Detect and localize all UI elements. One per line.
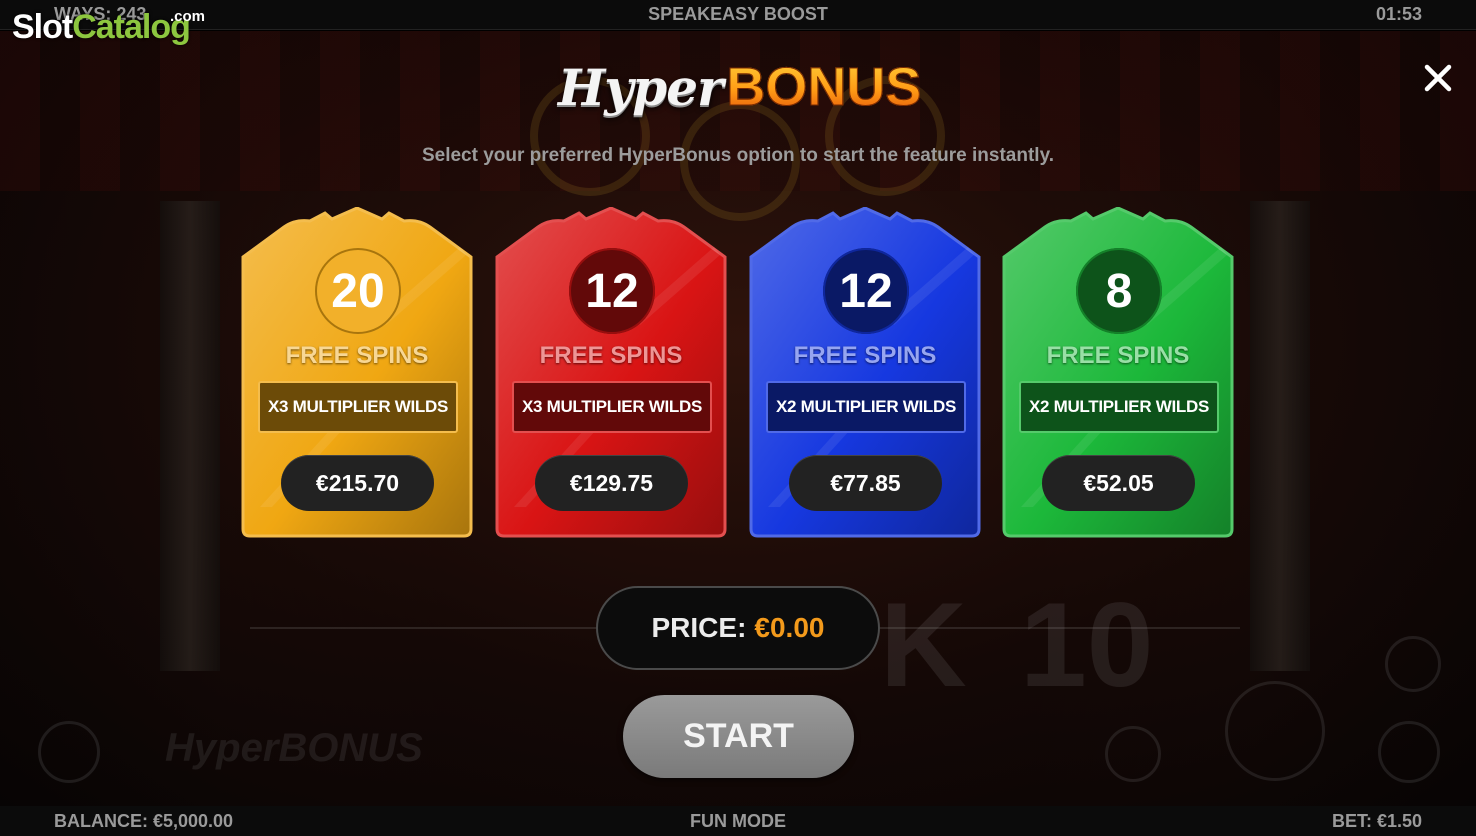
start-button[interactable]: START xyxy=(623,695,854,778)
top-bar: WAYS: 243 SPEAKEASY BOOST 01:53 xyxy=(0,0,1476,30)
background-spin-icon xyxy=(1225,681,1325,781)
close-icon xyxy=(1424,64,1452,92)
option-price-button[interactable]: €129.75 xyxy=(535,455,688,511)
free-spins-label: FREE SPINS xyxy=(1046,342,1190,369)
total-price-display: PRICE: €0.00 xyxy=(596,586,880,670)
background-pillar-right xyxy=(1250,201,1310,671)
background-hyperbonus-button: HyperBONUS xyxy=(165,726,423,770)
price-value: €0.00 xyxy=(754,612,825,643)
free-spins-label: FREE SPINS xyxy=(539,342,683,369)
bottom-bar: BALANCE: €5,000.00 FUN MODE BET: €1.50 xyxy=(0,806,1476,836)
multiplier-label: X2 MULTIPLIER WILDS xyxy=(1019,381,1219,433)
logo-hyper: Hyper xyxy=(558,58,723,117)
bonus-option-card-8-spins[interactable]: 8 FREE SPINS X2 MULTIPLIER WILDS €52.05 xyxy=(1001,207,1235,539)
spins-count-circle: 12 xyxy=(569,248,655,334)
watermark-dotcom: .com xyxy=(170,8,206,25)
close-button[interactable] xyxy=(1416,56,1460,100)
balance-display: BALANCE: €5,000.00 xyxy=(54,810,234,831)
game-title: SPEAKEASY BOOST xyxy=(648,4,828,24)
option-price-button[interactable]: €215.70 xyxy=(281,455,434,511)
free-spins-label: FREE SPINS xyxy=(793,342,937,369)
spins-count-circle: 12 xyxy=(823,248,909,334)
clock: 01:53 xyxy=(1375,4,1422,24)
hyperbonus-logo: Hyper BONUS xyxy=(558,56,922,126)
bonus-option-card-12-spins-x2[interactable]: 12 FREE SPINS X2 MULTIPLIER WILDS €77.85 xyxy=(748,207,982,539)
bonus-option-card-20-spins[interactable]: 20 FREE SPINS X3 MULTIPLIER WILDS €215.7… xyxy=(240,207,474,539)
background-menu-icon xyxy=(38,721,100,783)
dialog-subtitle: Select your preferred HyperBonus option … xyxy=(421,145,1055,166)
watermark-slot: Slot xyxy=(12,8,73,46)
background-autoplay-icon xyxy=(1378,721,1440,783)
spins-count-circle: 20 xyxy=(315,248,401,334)
multiplier-label: X3 MULTIPLIER WILDS xyxy=(258,381,458,433)
background-coins-icon xyxy=(1105,726,1161,782)
option-price-button[interactable]: €77.85 xyxy=(789,455,942,511)
option-price-button[interactable]: €52.05 xyxy=(1042,455,1195,511)
background-symbol-10: 10 xyxy=(1020,578,1154,712)
logo-bonus: BONUS xyxy=(726,57,922,118)
bet-display: BET: €1.50 xyxy=(1331,810,1422,831)
multiplier-label: X2 MULTIPLIER WILDS xyxy=(766,381,966,433)
background-pillar-left xyxy=(160,201,220,671)
watermark-logo: SlotCatalog .com xyxy=(12,8,205,47)
multiplier-label: X3 MULTIPLIER WILDS xyxy=(512,381,712,433)
background-turbo-icon xyxy=(1385,636,1441,692)
bonus-option-card-12-spins-x3[interactable]: 12 FREE SPINS X3 MULTIPLIER WILDS €129.7… xyxy=(494,207,728,539)
background-symbol-k: K xyxy=(880,578,967,712)
free-spins-label: FREE SPINS xyxy=(285,342,429,369)
price-label: PRICE: xyxy=(651,612,747,643)
spins-count-circle: 8 xyxy=(1076,248,1162,334)
